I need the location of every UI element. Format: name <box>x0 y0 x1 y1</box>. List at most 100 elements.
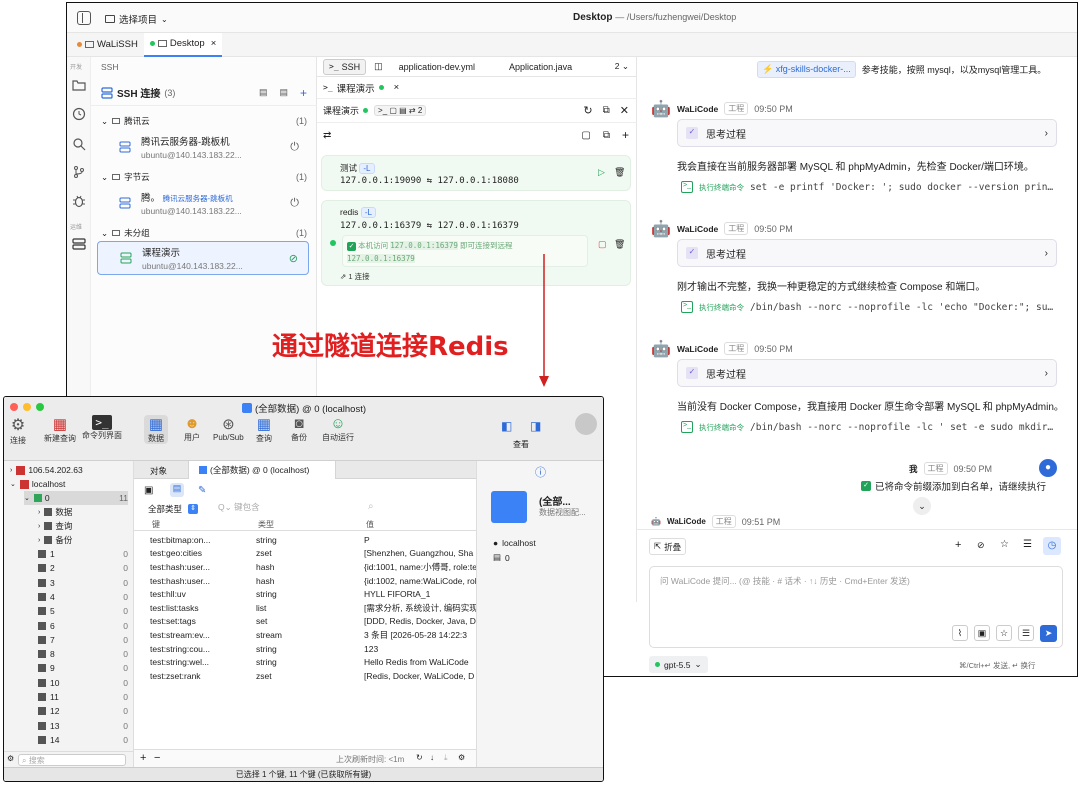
group-ungrouped[interactable]: ⌄ 未分组 (1) <box>101 227 307 239</box>
folder-icon[interactable] <box>72 79 86 91</box>
tree-db[interactable]: 14 0 <box>38 733 128 747</box>
group-tencent[interactable]: ⌄ 腾讯云 (1) <box>101 115 307 127</box>
tree-server[interactable]: ⌄ localhost <box>10 477 105 491</box>
table-row[interactable]: test:set:tags set [DDD, Redis, Docker, Jav… <box>150 615 480 629</box>
table-row[interactable]: test:hll:uv string HYLL FIFORtA_1 <box>150 587 480 601</box>
tree-db[interactable]: 30 <box>38 576 128 590</box>
tab-application-java[interactable]: Application.java <box>509 62 572 72</box>
tree-db[interactable]: 70 <box>38 633 128 647</box>
list-icon[interactable]: ☰ <box>1023 539 1032 550</box>
table-row[interactable]: test:string:wel... string Hello Redis from… <box>150 655 480 669</box>
thinking-block[interactable]: ✓ 思考过程 › <box>677 239 1057 267</box>
close-window-button[interactable] <box>10 403 18 411</box>
add-icon[interactable]: + <box>300 86 307 100</box>
table-row[interactable]: test:bitmap:on... string P <box>150 533 480 547</box>
list-icon[interactable]: ☰ <box>1018 625 1034 641</box>
ssh-host-item[interactable]: 腾讯云服务器-跳板机 ubuntu@140.143.183.22... ⏻ <box>97 129 309 165</box>
right-panel-icon[interactable]: ◨ <box>530 419 541 433</box>
grid-view-icon[interactable]: ▤ <box>170 483 184 497</box>
table-row[interactable]: test:zset:rank zset [Redis, Docker, WaLiCo… <box>150 669 480 683</box>
skill-chip[interactable]: ⚡ xfg-skills-docker-... <box>757 61 856 78</box>
command-line[interactable]: >_ 执行终端命令 set -e printf 'Docker: '; sudo d… <box>681 181 1053 193</box>
info-icon[interactable]: ⓘ <box>535 464 546 480</box>
tab-desktop[interactable]: Desktop × <box>143 32 223 57</box>
table-row[interactable]: test:hash:user... hash {id:1002, name:WaLi… <box>150 574 480 588</box>
history-icon[interactable]: ◷ <box>1043 537 1061 555</box>
tree-db[interactable]: 13 0 <box>38 719 128 733</box>
tree-child-data[interactable]: › 数据 <box>38 505 133 519</box>
tab-overflow[interactable]: 2 ⌄ <box>615 61 629 72</box>
tree-db[interactable]: 20 <box>38 561 128 575</box>
server-icon[interactable] <box>72 237 86 251</box>
sidebar-toggle-icon[interactable] <box>77 11 91 25</box>
toolbar-data[interactable]: ▦ 数据 <box>144 415 168 444</box>
square-icon[interactable]: ▢ <box>581 130 590 141</box>
refresh-icon[interactable]: ↻ <box>416 753 423 762</box>
collapse-button[interactable]: ⇱ 折叠 <box>649 538 687 555</box>
table-row[interactable]: test:list:tasks list [需求分析, 系统设计, 编码实现 <box>150 601 480 615</box>
toolbar-automation[interactable]: ☺ 自动运行 <box>322 415 354 443</box>
add-icon[interactable]: + <box>622 128 629 142</box>
image-icon[interactable]: ▣ <box>974 625 990 641</box>
star-icon[interactable]: ☆ <box>1000 539 1009 550</box>
save-icon[interactable]: ▣ <box>144 485 153 496</box>
trash-icon[interactable]: 🗑 <box>614 239 625 250</box>
edit-icon[interactable]: ✎ <box>198 485 206 496</box>
search-icon[interactable]: ⌕ <box>368 501 374 512</box>
bug-icon[interactable] <box>72 194 86 208</box>
tab-data[interactable]: (全部数据) @ 0 (localhost) <box>188 461 336 479</box>
tree-db[interactable]: 60 <box>38 619 128 633</box>
tab-objects[interactable]: 对象 <box>150 465 167 477</box>
table-row[interactable]: test:hash:user... hash {id:1001, name:小傅哥,… <box>150 560 480 574</box>
table-row[interactable]: test:stream:ev... stream 3 条目 [2026-05-28 … <box>150 628 480 642</box>
chat-input[interactable]: 问 WaLiCode 提问... (@ 技能 · # 话术 · ↑↓ 历史 · … <box>649 566 1063 648</box>
tree-db[interactable]: 10 <box>38 547 128 561</box>
add-icon[interactable]: + <box>955 539 961 551</box>
send-icon[interactable]: ➤ <box>1040 625 1057 642</box>
thinking-block[interactable]: ✓ 思考过程 › <box>677 119 1057 147</box>
command-line[interactable]: >_ 执行终端命令/bin/bash --norc --noprofile -lc… <box>681 421 1053 433</box>
close-icon[interactable]: ✕ <box>620 104 629 117</box>
tree-db[interactable]: 10 0 <box>38 676 128 690</box>
project-selector[interactable]: 选择项目 ⌄ <box>105 12 168 26</box>
tree-search-input[interactable]: ⌕ 搜索 <box>18 754 126 766</box>
model-select[interactable]: gpt-5.5 ⌄ <box>649 656 708 673</box>
toolbar-query[interactable]: ▦ 查询 <box>256 415 272 444</box>
arrow-down-end-icon[interactable]: ⤓ <box>444 753 448 763</box>
open-external-icon[interactable]: ⧉ <box>603 105 610 116</box>
thinking-block[interactable]: ✓ 思考过程 › <box>677 359 1057 387</box>
tree-server[interactable]: › 106.54.202.63 <box>10 463 105 477</box>
refresh-icon[interactable]: ↻ <box>583 104 592 117</box>
tunnel-card-redis[interactable]: redis -L 127.0.0.1:16379 ⇆ 127.0.0.1:163… <box>321 200 631 286</box>
ssh-host-item[interactable]: 腾。 腾讯云服务器-跳板机 ubuntu@140.143.183.22... ⏻ <box>97 185 309 221</box>
hide-icon[interactable]: ⊘ <box>977 540 985 551</box>
group-bytedance[interactable]: ⌄ 字节云 (1) <box>101 171 307 183</box>
power-icon[interactable]: ⏻ <box>290 197 299 210</box>
command-line[interactable]: >_ 执行终端命令/bin/bash --norc --noprofile -lc… <box>681 301 1053 313</box>
search-icon[interactable] <box>72 137 86 151</box>
tree-db[interactable]: 12 0 <box>38 704 128 718</box>
toolbar-backup[interactable]: ◙ 备份 <box>291 415 307 443</box>
key-filter-input[interactable]: Q⌄ 键包含 <box>218 501 378 515</box>
tree-db0[interactable]: ⌄ 0 11 <box>24 491 128 505</box>
left-panel-icon[interactable]: ◧ <box>501 419 512 433</box>
add-key-button[interactable]: + <box>140 752 146 764</box>
tab-walissh[interactable]: WaLiSSH <box>71 33 144 57</box>
tree-child-backup[interactable]: › 备份 <box>38 533 133 547</box>
tab-ssh[interactable]: >_ SSH <box>323 58 367 75</box>
tree-db[interactable]: 90 <box>38 661 128 675</box>
stop-icon[interactable]: ▢ <box>598 239 607 250</box>
history-icon[interactable] <box>72 107 86 121</box>
scroll-down-button[interactable]: ⌄ <box>913 497 931 515</box>
tree-child-query[interactable]: › 查询 <box>38 519 133 533</box>
import-icon[interactable]: ▤ <box>259 87 268 98</box>
open-external-icon[interactable]: ⧉ <box>603 130 610 141</box>
star-icon[interactable]: ☆ <box>996 625 1012 641</box>
remove-key-button[interactable]: − <box>154 752 160 764</box>
toolbar-cli[interactable]: >_ 命令列界面 <box>82 415 122 441</box>
avatar[interactable] <box>575 413 597 435</box>
power-icon[interactable]: ⏻ <box>290 141 299 154</box>
table-row[interactable]: test:geo:cities zset [Shenzhen, Guangzhou,… <box>150 547 480 561</box>
tab-application-dev-yml[interactable]: application-dev.yml <box>399 62 475 72</box>
toolbar-new-query[interactable]: ▦ 新建查询 <box>44 415 76 444</box>
